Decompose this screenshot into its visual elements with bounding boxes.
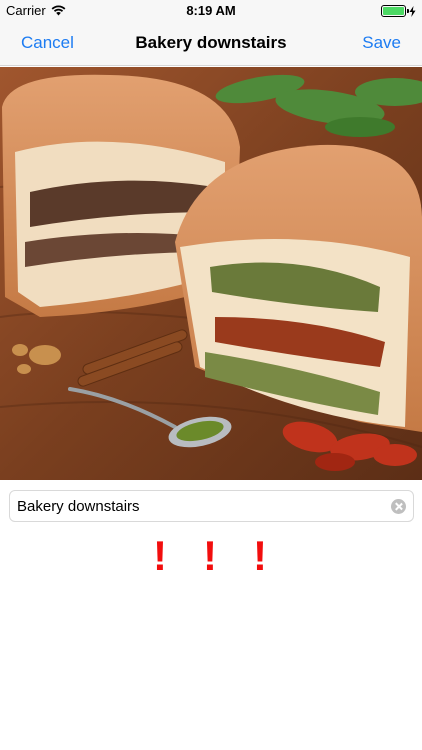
rating-control: ! ! !	[0, 534, 422, 578]
rating-mark-1[interactable]: !	[150, 534, 170, 578]
page-title: Bakery downstairs	[135, 33, 287, 52]
battery-status	[381, 5, 416, 17]
place-photo[interactable]	[0, 67, 422, 480]
status-time: 8:19 AM	[186, 3, 236, 18]
save-button[interactable]: Save	[362, 33, 401, 53]
bread-photo-image	[0, 67, 422, 480]
clear-icon[interactable]	[391, 499, 406, 514]
rating-mark-2[interactable]: !	[200, 534, 220, 578]
battery-icon	[381, 5, 409, 17]
place-name-input[interactable]	[17, 491, 387, 521]
name-field-container	[9, 490, 414, 522]
status-bar: Carrier 8:19 AM	[0, 0, 422, 22]
navigation-bar: Cancel Bakery downstairs Save	[0, 22, 422, 66]
charging-icon	[409, 5, 416, 17]
rating-mark-3[interactable]: !	[250, 534, 270, 578]
